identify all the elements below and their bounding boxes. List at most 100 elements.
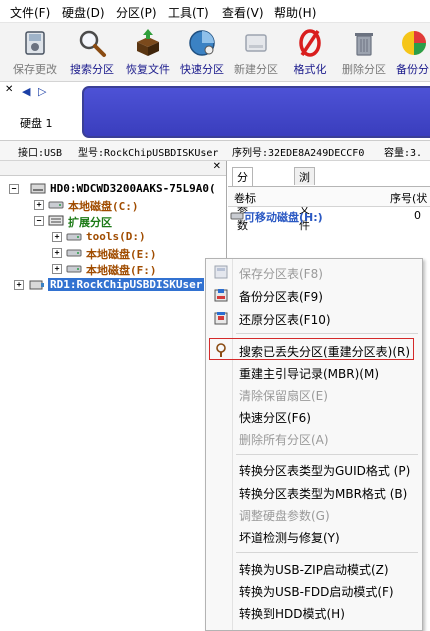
serial-info: 序列号:32EDE8A249DECCF0 <box>232 148 365 159</box>
backup-table-icon <box>214 289 228 302</box>
menu-label: 搜索已丢失分区(重建分区表)(R) <box>239 345 411 359</box>
menu-item-usb-zip-mode[interactable]: 转换为USB-ZIP启动模式(Z) <box>206 557 422 579</box>
menu-label: 转换为USB-FDD启动模式(F) <box>239 585 394 599</box>
disk-tree-pane: ✕ − HD0:WDCWD3200AAKS-75L9A0( + 本地磁盘(C:)… <box>0 161 227 629</box>
menu-help[interactable]: 帮助(H) <box>274 4 316 21</box>
menu-separator <box>236 454 418 455</box>
model-info: 型号:RockChipUSBDISKUser <box>78 148 219 159</box>
menu-label: 清除保留扇区(E) <box>239 389 328 403</box>
menu-disk[interactable]: 硬盘(D) <box>62 4 105 21</box>
tab-partition-params[interactable]: 分区参数 <box>232 167 253 232</box>
menu-label: 还原分区表(F10) <box>239 313 331 327</box>
menu-item-clear-reserved-sectors[interactable]: 清除保留扇区(E) <box>206 383 422 405</box>
new-partition-button[interactable]: 新建分区 <box>226 26 286 78</box>
save-changes-button[interactable]: 保存更改 <box>5 26 65 78</box>
menu-item-hdd-mode[interactable]: 转换到HDD模式(H) <box>206 601 422 623</box>
menu-label: 转换到HDD模式(H) <box>239 607 345 621</box>
tree-node-hd0[interactable]: − HD0:WDCWD3200AAKS-75L9A0( <box>0 181 226 197</box>
recover-files-button[interactable]: 恢复文件 <box>118 26 178 78</box>
context-menu: 保存分区表(F8) 备份分区表(F9) 还原分区表(F10) 搜索已丢失分区(重… <box>205 258 423 631</box>
backup-icon <box>402 31 426 55</box>
tree-node-f[interactable]: + 本地磁盘(F:) <box>0 261 226 277</box>
menu-item-rebuild-mbr[interactable]: 重建主引导记录(MBR)(M) <box>206 361 422 383</box>
partition-bar[interactable] <box>82 86 430 138</box>
extended-partition-icon <box>48 215 64 226</box>
menu-label: 保存分区表(F8) <box>239 267 323 281</box>
menu-item-adjust-disk-params[interactable]: 调整硬盘参数(G) <box>206 503 422 525</box>
menu-item-convert-to-mbr[interactable]: 转换分区表类型为MBR格式 (B) <box>206 481 422 503</box>
menu-view[interactable]: 查看(V) <box>222 4 264 21</box>
format-button[interactable]: 格式化 <box>280 26 340 78</box>
pane-close-icon[interactable]: ✕ <box>213 161 221 172</box>
trash-icon <box>355 33 373 56</box>
menu-item-save-partition-table[interactable]: 保存分区表(F8) <box>206 261 422 283</box>
expand-icon[interactable]: + <box>52 248 62 258</box>
expand-icon[interactable]: + <box>34 200 44 210</box>
menu-item-quick-partition[interactable]: 快速分区(F6) <box>206 405 422 427</box>
menu-item-usb-fdd-mode[interactable]: 转换为USB-FDD启动模式(F) <box>206 579 422 601</box>
format-label: 格式化 <box>293 63 327 76</box>
hard-disk-icon <box>30 183 46 194</box>
menu-label: 转换为USB-ZIP启动模式(Z) <box>239 563 389 577</box>
menu-label: 重建主引导记录(MBR)(M) <box>239 367 380 381</box>
expand-icon[interactable]: + <box>52 264 62 274</box>
tree-node-e[interactable]: + 本地磁盘(E:) <box>0 245 226 261</box>
menu-item-delete-all-partitions[interactable]: 删除所有分区(A) <box>206 427 422 449</box>
quick-partition-icon <box>189 30 215 56</box>
grid-header: 卷标 序号(状 <box>228 186 430 207</box>
recover-files-label: 恢复文件 <box>126 63 170 76</box>
menu-label: 备份分区表(F9) <box>239 290 323 304</box>
new-partition-label: 新建分区 <box>234 63 278 76</box>
column-header-seq[interactable]: 序号(状 <box>390 190 427 206</box>
tree-label-d: tools(D:) <box>86 230 146 243</box>
partition-icon <box>66 233 82 241</box>
tree-node-rd1[interactable]: + RD1:RockChipUSBDISKUser <box>0 277 226 293</box>
tree-label-rd1: RD1:RockChipUSBDISKUser <box>48 278 205 291</box>
menu-tools[interactable]: 工具(T) <box>168 4 209 21</box>
new-disk-icon <box>245 34 267 52</box>
collapse-icon[interactable]: − <box>9 184 19 194</box>
backup-partition-button[interactable]: 备份分 <box>390 26 430 78</box>
menu-separator <box>236 333 418 334</box>
removable-disk-icon <box>230 212 244 220</box>
menu-item-restore-partition-table[interactable]: 还原分区表(F10) <box>206 307 422 329</box>
menu-item-convert-to-guid[interactable]: 转换分区表类型为GUID格式 (P) <box>206 458 422 480</box>
search-partition-label: 搜索分区 <box>70 63 114 76</box>
tab-browse-files[interactable]: 浏览文件 <box>294 167 315 232</box>
collapse-icon[interactable]: − <box>34 216 44 226</box>
menu-label: 快速分区(F6) <box>239 411 311 425</box>
quick-partition-button[interactable]: 快速分区 <box>172 26 232 78</box>
tree-node-extended[interactable]: − 扩展分区 <box>0 213 226 229</box>
expand-icon[interactable]: + <box>52 232 62 242</box>
toolbar: 保存更改 搜索分区 恢复文件 快速分区 新建分区 格式化 删除分区 备份分 <box>0 23 430 82</box>
capacity-info: 容量:3. <box>384 148 423 159</box>
tree-label-e: 本地磁盘(E:) <box>86 248 157 261</box>
backup-partition-label: 备份分 <box>396 63 429 76</box>
tree-label-hd0: HD0:WDCWD3200AAKS-75L9A0( <box>50 182 216 195</box>
previous-disk-icon[interactable]: ◀ <box>22 85 30 98</box>
row-name: 可移动磁盘(H:) <box>244 211 323 224</box>
delete-partition-button[interactable]: 删除分区 <box>334 26 394 78</box>
menu-partition[interactable]: 分区(P) <box>116 4 157 21</box>
partition-icon <box>66 265 82 273</box>
close-icon[interactable]: ✕ <box>5 84 13 95</box>
expand-icon[interactable]: + <box>14 280 24 290</box>
table-row[interactable]: 可移动磁盘(H:) 0 <box>228 207 430 225</box>
menu-file[interactable]: 文件(F) <box>10 4 50 21</box>
tree-node-d[interactable]: + tools(D:) <box>0 229 226 245</box>
column-header-label[interactable]: 卷标 <box>234 190 256 206</box>
menu-label: 转换分区表类型为GUID格式 (P) <box>239 464 411 478</box>
menu-label: 调整硬盘参数(G) <box>239 509 330 523</box>
search-icon <box>216 343 226 357</box>
recover-box-icon <box>137 29 159 56</box>
tree-label-extended: 扩展分区 <box>68 216 112 229</box>
menu-item-backup-partition-table[interactable]: 备份分区表(F9) <box>206 284 422 306</box>
menu-label: 坏道检测与修复(Y) <box>239 531 340 545</box>
row-seq: 0 <box>414 209 421 222</box>
search-partition-button[interactable]: 搜索分区 <box>62 26 122 78</box>
tree-node-c[interactable]: + 本地磁盘(C:) <box>0 197 226 213</box>
menu-item-search-lost-partitions[interactable]: 搜索已丢失分区(重建分区表)(R) <box>209 338 414 360</box>
next-disk-icon[interactable]: ▷ <box>38 85 46 98</box>
disk-label: 硬盘 1 <box>20 117 53 130</box>
menu-item-bad-sector-check[interactable]: 坏道检测与修复(Y) <box>206 525 422 547</box>
